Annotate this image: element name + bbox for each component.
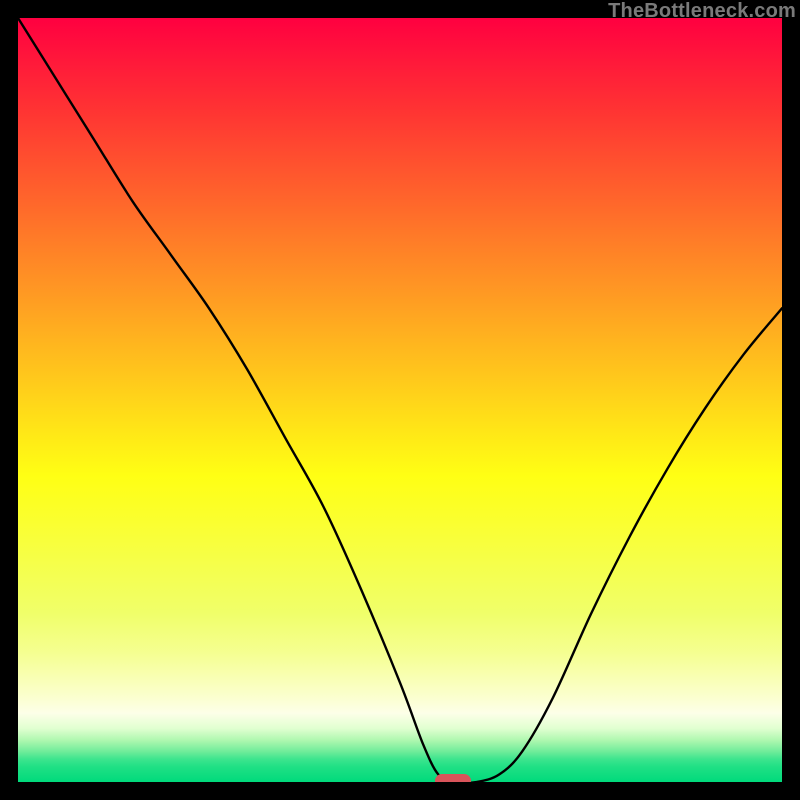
chart-frame: TheBottleneck.com (0, 0, 800, 800)
plot-area (18, 18, 782, 782)
curve-path (18, 18, 782, 782)
bottleneck-curve (18, 18, 782, 782)
minimum-marker (435, 774, 471, 782)
